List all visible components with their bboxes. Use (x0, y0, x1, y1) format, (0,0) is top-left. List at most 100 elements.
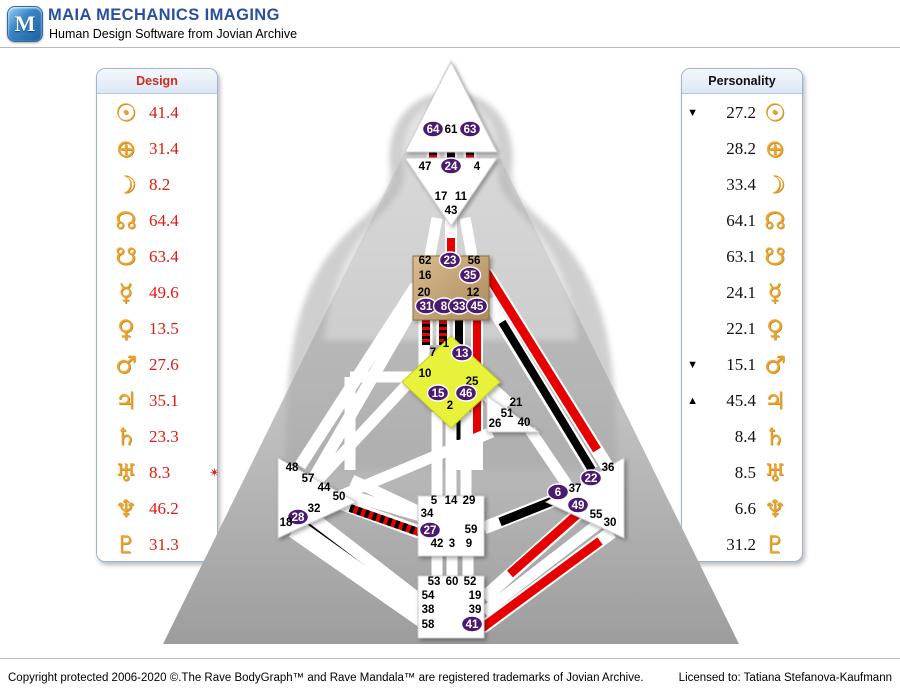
gate-33-label: 33 (453, 301, 466, 313)
gate-43[interactable]: 43 (445, 205, 458, 217)
south-node-glyph: ☋ (115, 243, 137, 271)
pluto-glyph: ♇ (764, 531, 786, 559)
gate-18[interactable]: 18 (280, 517, 293, 529)
gate-62[interactable]: 62 (419, 255, 432, 267)
app-subtitle: Human Design Software from Jovian Archiv… (49, 27, 298, 41)
gate-15[interactable]: 15 (426, 384, 450, 402)
gate-9[interactable]: 9 (466, 538, 472, 550)
earth-glyph: ⊕ (115, 135, 137, 163)
gate-54[interactable]: 54 (422, 590, 435, 602)
gate-5[interactable]: 5 (431, 495, 438, 507)
gate-44-label: 44 (318, 482, 331, 494)
gate-20[interactable]: 20 (418, 287, 431, 299)
gate-30[interactable]: 30 (604, 517, 617, 529)
gate-38[interactable]: 38 (422, 604, 435, 616)
gate-40[interactable]: 40 (518, 417, 531, 429)
pluto-glyph: ♇ (115, 531, 137, 559)
gate-10[interactable]: 10 (419, 368, 432, 380)
gate-2[interactable]: 2 (447, 400, 453, 412)
gate-39-label: 39 (469, 604, 482, 616)
gate-22[interactable]: 22 (579, 469, 603, 487)
gate-32[interactable]: 32 (308, 503, 321, 515)
gate-6-label: 6 (555, 487, 561, 499)
neptune-glyph: ♆ (115, 495, 137, 523)
uranus-glyph: ♅ (115, 459, 137, 487)
gate-1[interactable]: 1 (443, 338, 450, 350)
gate-37[interactable]: 37 (569, 483, 582, 495)
gate-22-label: 22 (585, 473, 598, 485)
jupiter-glyph: ♃ (764, 387, 786, 415)
gate-1-label: 1 (443, 338, 450, 350)
jupiter-glyph: ♃ (115, 387, 137, 415)
gate-39[interactable]: 39 (469, 604, 482, 616)
gate-7[interactable]: 7 (430, 347, 436, 359)
gate-60[interactable]: 60 (446, 576, 459, 588)
app-logo: M (7, 6, 43, 42)
gate-49-label: 49 (572, 500, 585, 512)
sun-glyph: ☉ (115, 99, 137, 127)
gate-29-label: 29 (463, 495, 476, 507)
south-node-glyph: ☋ (764, 243, 786, 271)
gate-36[interactable]: 36 (602, 462, 615, 474)
gate-19[interactable]: 19 (469, 590, 482, 602)
gate-19-label: 19 (469, 590, 482, 602)
gate-51[interactable]: 51 (501, 408, 514, 420)
gate-42[interactable]: 42 (431, 538, 444, 550)
gate-17[interactable]: 17 (435, 191, 448, 203)
gate-24[interactable]: 24 (439, 157, 463, 175)
gate-55[interactable]: 55 (590, 509, 603, 521)
gate-23[interactable]: 23 (438, 251, 462, 269)
bodygraph-svg: 64 61 6347 24 417 114362 23 5616 3520 1231 8 33 4517… (163, 58, 739, 644)
gate-12[interactable]: 12 (467, 287, 480, 299)
gate-6[interactable]: 6 (546, 483, 570, 501)
gate-64-label: 64 (427, 124, 440, 136)
gate-5-label: 5 (431, 495, 438, 507)
gate-11[interactable]: 11 (455, 191, 468, 203)
gate-57[interactable]: 57 (302, 473, 315, 485)
gate-46[interactable]: 46 (454, 384, 478, 402)
gate-50[interactable]: 50 (333, 491, 346, 503)
gate-63[interactable]: 63 (458, 120, 482, 138)
gate-49[interactable]: 49 (566, 496, 590, 514)
venus-glyph: ♀ (117, 315, 135, 343)
copyright-text: Copyright protected 2006-2020 ©.The Rave… (8, 672, 644, 684)
gate-4-label: 4 (474, 161, 481, 173)
gate-23-label: 23 (444, 255, 457, 267)
gate-48[interactable]: 48 (286, 462, 299, 474)
gate-14[interactable]: 14 (445, 495, 458, 507)
gate-53-label: 53 (428, 576, 441, 588)
gate-10-label: 10 (419, 368, 432, 380)
gate-54-label: 54 (422, 590, 435, 602)
uranus-glyph: ♅ (764, 459, 786, 487)
gate-13[interactable]: 13 (450, 344, 474, 362)
gate-44[interactable]: 44 (318, 482, 331, 494)
app-footer: Copyright protected 2006-2020 ©.The Rave… (0, 658, 900, 699)
gate-45[interactable]: 45 (465, 297, 489, 315)
gate-63-label: 63 (464, 124, 477, 136)
gate-27[interactable]: 27 (418, 521, 442, 539)
gate-58[interactable]: 58 (422, 619, 435, 631)
gate-64[interactable]: 64 (421, 120, 445, 138)
gate-47[interactable]: 47 (419, 161, 432, 173)
gate-3[interactable]: 3 (449, 538, 455, 550)
gate-29[interactable]: 29 (463, 495, 476, 507)
gate-60-label: 60 (446, 576, 459, 588)
gate-41[interactable]: 41 (460, 615, 484, 633)
saturn-glyph: ♄ (115, 423, 137, 451)
gate-16[interactable]: 16 (419, 270, 432, 282)
channel-11-56 (459, 217, 478, 257)
gate-35[interactable]: 35 (458, 266, 482, 284)
gate-2-label: 2 (447, 400, 453, 412)
gate-61[interactable]: 61 (445, 124, 458, 136)
gate-59[interactable]: 59 (465, 524, 478, 536)
north-node-glyph: ☊ (115, 207, 137, 235)
gate-55-label: 55 (590, 509, 603, 521)
gate-47-label: 47 (419, 161, 432, 173)
gate-26[interactable]: 26 (489, 418, 502, 430)
gate-34[interactable]: 34 (421, 508, 434, 520)
gate-56[interactable]: 56 (468, 255, 481, 267)
gate-3-label: 3 (449, 538, 455, 550)
gate-53[interactable]: 53 (428, 576, 441, 588)
gate-4[interactable]: 4 (474, 161, 481, 173)
gate-52[interactable]: 52 (464, 576, 477, 588)
